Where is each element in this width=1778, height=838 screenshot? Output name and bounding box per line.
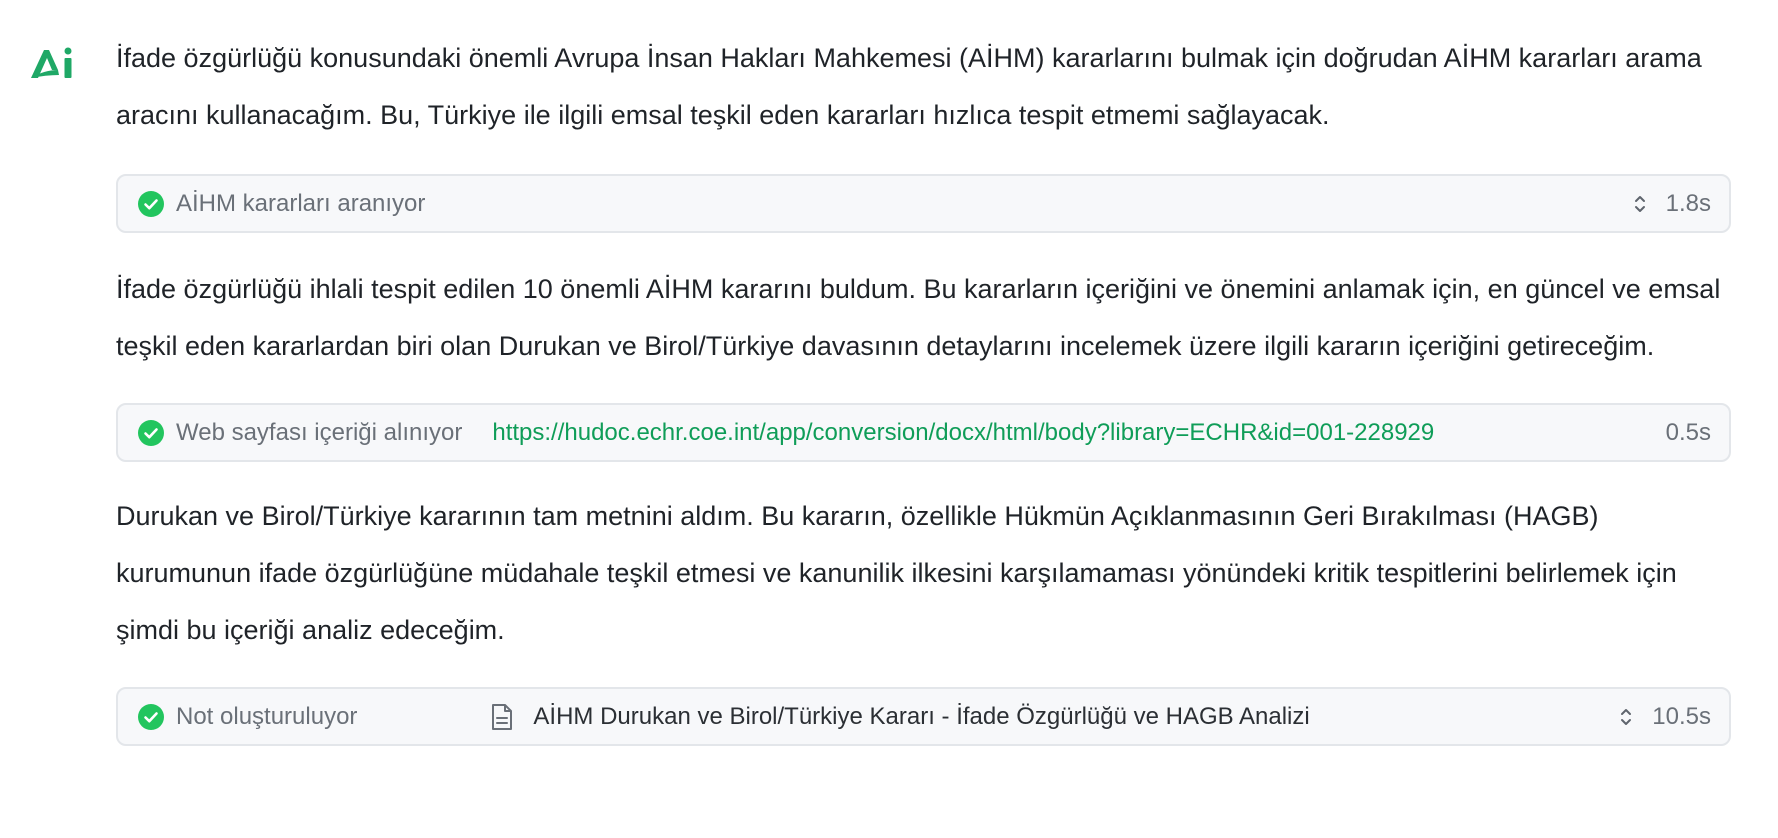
tool-duration: 1.8s bbox=[1665, 189, 1711, 217]
check-circle-icon bbox=[138, 703, 164, 730]
tool-duration: 10.5s bbox=[1652, 702, 1711, 730]
chevron-up-down-icon[interactable] bbox=[1632, 192, 1648, 216]
check-circle-icon bbox=[138, 190, 164, 217]
tool-label: Not oluşturuluyor bbox=[176, 702, 358, 730]
tool-label: AİHM kararları aranıyor bbox=[176, 189, 426, 217]
tool-label: Web sayfası içeriği alınıyor bbox=[176, 418, 463, 446]
chevron-up-down-icon[interactable] bbox=[1618, 705, 1634, 729]
ai-logo-icon bbox=[31, 47, 72, 78]
assistant-message: İfade özgürlüğü konusundaki önemli Avrup… bbox=[116, 43, 1702, 130]
tool-call-create-note[interactable]: Not oluşturuluyor AİHM Durukan ve Birol/… bbox=[116, 687, 1731, 746]
check-circle-icon bbox=[138, 419, 164, 446]
tool-call-web-fetch[interactable]: Web sayfası içeriği alınıyor https://hud… bbox=[116, 403, 1731, 462]
assistant-message: Durukan ve Birol/Türkiye kararının tam m… bbox=[116, 501, 1677, 645]
chat-content: İfade özgürlüğü konusundaki önemli Avrup… bbox=[116, 30, 1731, 746]
assistant-message: İfade özgürlüğü ihlali tespit edilen 10 … bbox=[116, 274, 1721, 361]
tool-duration: 0.5s bbox=[1665, 418, 1711, 446]
note-title[interactable]: AİHM Durukan ve Birol/Türkiye Kararı - İ… bbox=[533, 703, 1309, 731]
tool-call-aihm-search[interactable]: AİHM kararları aranıyor 1.8s bbox=[116, 174, 1731, 233]
document-icon bbox=[492, 703, 513, 730]
tool-url-link[interactable]: https://hudoc.echr.coe.int/app/conversio… bbox=[492, 419, 1434, 447]
